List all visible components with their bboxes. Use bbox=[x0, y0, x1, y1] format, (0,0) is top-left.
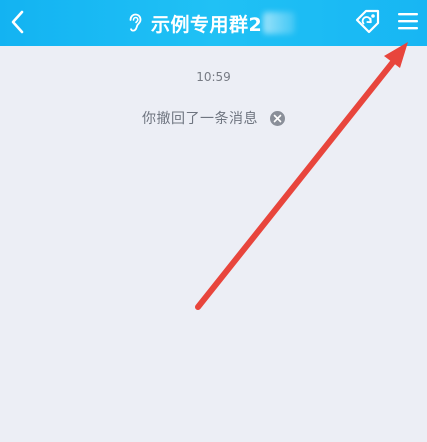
title-area: 示例专用群2 bbox=[126, 8, 296, 38]
title-redaction bbox=[263, 12, 296, 34]
close-icon[interactable] bbox=[270, 110, 285, 126]
page-title: 示例专用群2 bbox=[151, 13, 263, 36]
menu-button[interactable] bbox=[393, 6, 423, 36]
tag-refresh-icon bbox=[355, 9, 380, 34]
tag-button[interactable] bbox=[352, 6, 384, 38]
annotation-arrow bbox=[195, 42, 408, 310]
hamburger-menu-icon bbox=[398, 13, 418, 30]
back-button[interactable] bbox=[4, 4, 32, 40]
message-timestamp: 10:59 bbox=[196, 70, 231, 84]
recall-notice: 你撤回了一条消息 bbox=[0, 108, 427, 128]
earpiece-icon[interactable] bbox=[126, 12, 144, 34]
arrow-shaft bbox=[195, 59, 396, 310]
chevron-left-icon bbox=[11, 10, 24, 34]
chat-header: 示例专用群2 bbox=[0, 0, 427, 46]
recall-notice-text: 你撤回了一条消息 bbox=[142, 111, 258, 127]
